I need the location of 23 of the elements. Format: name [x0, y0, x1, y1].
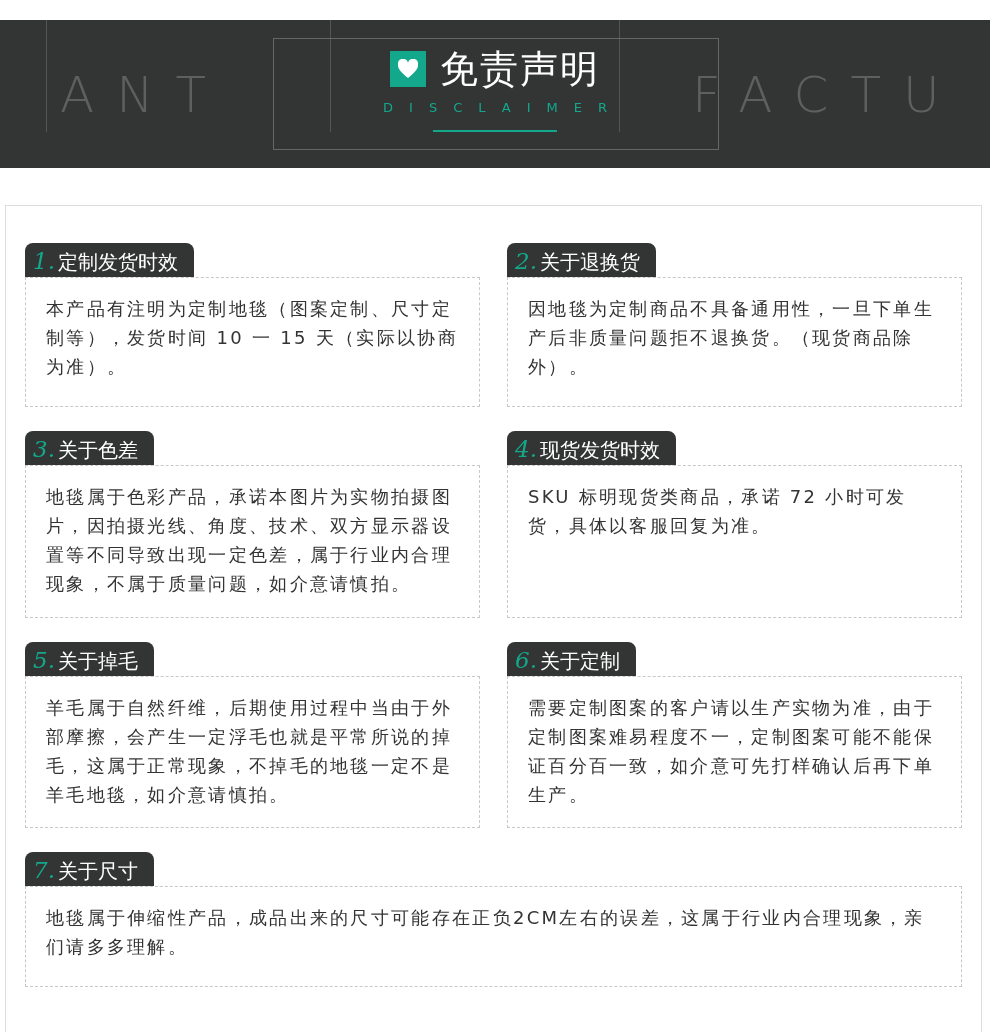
- section-number: 6.: [515, 646, 537, 675]
- section-title: 关于掉毛: [57, 648, 138, 675]
- section-text: 需要定制图案的客户请以生产实物为准，由于定制图案难易程度不一，定制图案可能不能保证百分百一致，如介意可先打样确认后再下单生产。: [507, 676, 962, 828]
- section-text: 羊毛属于自然纤维，后期使用过程中当由于外部摩擦，会产生一定浮毛也就是平常所说的掉毛，这属于正常现象，不掉毛的地毯一定不是羊毛地毯，如介意请慎拍。: [25, 676, 480, 828]
- section-text: 地毯属于伸缩性产品，成品出来的尺寸可能存在正负2CM左右的误差，这属于行业内合理现象，亲们请多多理解。: [25, 886, 962, 987]
- section-text: 地毯属于色彩产品，承诺本图片为实物拍摄图片，因拍摄光线、角度、技术、双方显示器设置等不同导致出现一定色差，属于行业内合理现象，不属于质量问题，如介意请慎拍。: [25, 465, 480, 618]
- section-title: 关于退换货: [539, 249, 640, 276]
- section-title: 关于定制: [539, 648, 620, 675]
- banner-subtitle: DISCLAIMER: [383, 99, 623, 117]
- section-title: 关于尺寸: [57, 858, 138, 885]
- section-number: 3.: [33, 435, 55, 464]
- banner-title: 免责声明: [440, 50, 600, 88]
- section-number: 1.: [33, 247, 55, 276]
- section-text: 本产品有注明为定制地毯（图案定制、尺寸定制等），发货时间 10 一 15 天（实际以协商为准）。: [25, 277, 480, 407]
- section-number: 4.: [515, 435, 537, 464]
- section-title: 关于色差: [57, 437, 138, 464]
- section-title: 定制发货时效: [57, 249, 178, 276]
- section-number: 2.: [515, 247, 537, 276]
- section-text: 因地毯为定制商品不具备通用性，一旦下单生产后非质量问题拒不退换货。（现货商品除外）。: [507, 277, 962, 407]
- section-text: SKU 标明现货类商品，承诺 72 小时可发货，具体以客服回复为准。: [507, 465, 962, 618]
- section-number: 5.: [33, 646, 55, 675]
- section-title: 现货发货时效: [539, 437, 660, 464]
- section-number: 7.: [33, 856, 55, 885]
